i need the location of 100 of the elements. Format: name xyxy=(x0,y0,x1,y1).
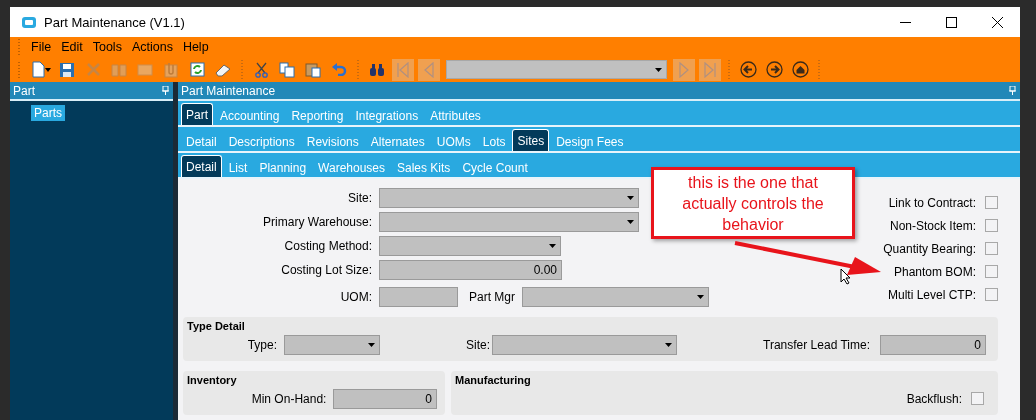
text-field[interactable]: 0.00 xyxy=(379,260,562,280)
text-field[interactable]: 0 xyxy=(880,335,986,355)
checkbox[interactable] xyxy=(985,242,998,255)
tab[interactable]: Reporting xyxy=(286,105,349,125)
tab[interactable]: Detail xyxy=(181,155,222,177)
caret-icon xyxy=(627,196,634,200)
field-label: UOM: xyxy=(339,290,372,304)
close-icon xyxy=(991,16,1003,28)
pin-icon[interactable] xyxy=(162,86,169,95)
attachment-icon xyxy=(164,61,178,78)
caret-icon xyxy=(549,244,556,248)
tab[interactable]: Sales Kits xyxy=(392,157,456,177)
menu-item[interactable]: Edit xyxy=(56,40,88,54)
checkbox[interactable] xyxy=(985,265,998,278)
tab[interactable]: Accounting xyxy=(215,105,285,125)
field-label: Costing Method: xyxy=(283,239,372,253)
dropdown-field[interactable] xyxy=(492,335,678,355)
dropdown-field[interactable] xyxy=(379,236,561,256)
field-label: Primary Warehouse: xyxy=(262,215,372,229)
checkbox[interactable] xyxy=(971,392,984,405)
tab[interactable]: Design Fees xyxy=(551,131,629,151)
checkbox[interactable] xyxy=(985,288,998,301)
delete-icon xyxy=(85,62,101,77)
back-button[interactable] xyxy=(737,58,759,81)
checkbox[interactable] xyxy=(985,219,998,232)
text-field[interactable] xyxy=(379,287,458,307)
dropdown-field[interactable] xyxy=(379,188,639,208)
caret-icon xyxy=(665,343,673,347)
caret-icon xyxy=(655,67,662,72)
previous-record-icon xyxy=(424,61,434,78)
copy-icon xyxy=(279,61,295,78)
dropdown-field[interactable] xyxy=(522,287,709,307)
forward-button[interactable] xyxy=(763,58,785,81)
checkbox-label: Multi Level CTP: xyxy=(887,287,976,302)
eraser-icon xyxy=(214,62,232,77)
tab[interactable]: UOMs xyxy=(431,131,476,151)
tab[interactable]: Planning xyxy=(254,157,312,177)
checkbox-label: Backflush: xyxy=(906,391,962,406)
field-label: Min On-Hand: xyxy=(250,392,327,406)
field-label: Part Mgr xyxy=(468,290,515,304)
checkbox-label: Quantity Bearing: xyxy=(883,241,976,256)
tab[interactable]: Attributes xyxy=(425,105,486,125)
new-button[interactable] xyxy=(30,58,52,81)
tab[interactable]: List xyxy=(223,157,253,177)
panel-title: Part Maintenance xyxy=(181,83,276,98)
tree-item[interactable]: Parts xyxy=(31,105,65,121)
minimize-icon xyxy=(899,21,911,23)
caret-icon xyxy=(44,67,51,72)
menu-item[interactable]: File xyxy=(26,40,57,54)
panel-title: Part xyxy=(13,83,35,98)
mouse-pointer-icon xyxy=(840,268,851,285)
last-record-icon xyxy=(703,61,717,78)
field-label: Type: xyxy=(246,338,277,352)
home-icon xyxy=(791,61,809,78)
group-title: Manufacturing xyxy=(455,374,532,386)
menu-item[interactable]: Help xyxy=(177,40,214,54)
text-field[interactable]: 0 xyxy=(333,389,437,409)
refresh-icon xyxy=(189,62,205,77)
field-label: Site: xyxy=(466,338,491,352)
menu-item[interactable]: Actions xyxy=(126,40,178,54)
caret-icon xyxy=(697,295,704,299)
first-record-icon xyxy=(396,61,410,78)
group-title: Inventory xyxy=(187,374,238,386)
binoculars-icon xyxy=(369,62,385,77)
caret-icon xyxy=(627,220,634,224)
field-label: Site: xyxy=(347,191,372,205)
note-icon xyxy=(137,63,153,76)
tab[interactable]: Alternates xyxy=(365,131,430,151)
paste-icon xyxy=(305,61,321,78)
tab[interactable]: Cycle Count xyxy=(457,157,533,177)
tab[interactable]: Detail xyxy=(181,131,222,151)
checkbox[interactable] xyxy=(985,196,998,209)
caret-icon xyxy=(368,343,375,347)
checkbox-label: Link to Contract: xyxy=(888,195,976,210)
save-icon xyxy=(59,61,75,78)
checkbox-label: Phantom BOM: xyxy=(893,264,976,279)
scissors-icon xyxy=(254,61,268,78)
tab[interactable]: Part xyxy=(181,103,213,125)
dropdown-field[interactable] xyxy=(284,335,380,355)
tab[interactable]: Lots xyxy=(477,131,511,151)
tab[interactable]: Integrations xyxy=(350,105,424,125)
tab[interactable]: Descriptions xyxy=(223,131,300,151)
field-label: Transfer Lead Time: xyxy=(763,338,870,352)
book-icon xyxy=(111,62,127,77)
new-document-icon xyxy=(31,61,45,78)
tab[interactable]: Warehouses xyxy=(313,157,390,177)
app-icon xyxy=(22,16,36,28)
dropdown-field[interactable] xyxy=(379,212,639,232)
tab[interactable]: Sites xyxy=(512,129,550,151)
group-title: Type Detail xyxy=(187,320,246,332)
next-record-icon xyxy=(679,61,689,78)
tab[interactable]: Revisions xyxy=(301,131,364,151)
checkbox-label: Non-Stock Item: xyxy=(889,218,976,233)
home-button[interactable] xyxy=(789,58,811,81)
window-title: Part Maintenance (V1.1) xyxy=(44,14,186,30)
undo-icon xyxy=(331,63,347,76)
callout-text: this is the one that actually controls the behavior xyxy=(651,167,855,239)
menu-item[interactable]: Tools xyxy=(87,40,127,54)
maximize-icon xyxy=(945,16,957,28)
pin-icon[interactable] xyxy=(1009,86,1016,95)
